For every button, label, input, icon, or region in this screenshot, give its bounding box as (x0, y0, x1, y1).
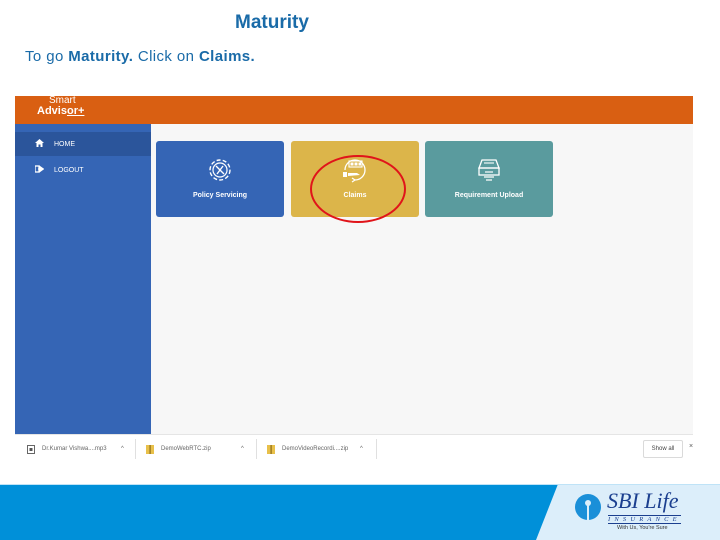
requirement-upload-card[interactable]: Requirement Upload (425, 141, 553, 217)
close-icon[interactable]: × (689, 443, 693, 450)
instruction-maturity: Maturity. (68, 48, 134, 65)
download-bar: Dr.Kumar Vishwa....mp3 ^ DemoWebRTC.zip … (15, 434, 693, 462)
logo-bottom-a: Advis (37, 105, 67, 117)
download-item[interactable]: DemoWebRTC.zip (146, 435, 211, 463)
download-filename: DemoVideoRecordi....zip (282, 446, 349, 452)
show-all-button[interactable]: Show all (643, 440, 683, 458)
download-item[interactable]: DemoVideoRecordi....zip (267, 435, 348, 463)
brand-subtitle: INSURANCE (608, 515, 681, 524)
divider (135, 439, 136, 459)
app-screenshot: Smart Advisor+ HOME LOGOUT Policy Servic… (15, 96, 693, 462)
slide-title: Maturity (235, 12, 309, 33)
sidebar-item-label: HOME (54, 140, 75, 148)
sidebar-item-label: LOGOUT (54, 166, 84, 174)
instruction-claims: Claims. (198, 48, 256, 65)
sidebar: HOME LOGOUT (15, 124, 151, 434)
app-header: Smart Advisor+ (15, 96, 693, 124)
home-icon (34, 139, 44, 149)
inbox-tray-icon (478, 159, 500, 181)
brand-name: SBI Life (607, 488, 679, 513)
logo-bottom-b: or+ (66, 105, 85, 117)
card-label: Policy Servicing (192, 192, 248, 199)
divider (376, 439, 377, 459)
card-label: Requirement Upload (454, 192, 524, 199)
instruction-prefix: To go (25, 48, 69, 65)
download-filename: DemoWebRTC.zip (161, 446, 211, 452)
chevron-up-icon[interactable]: ^ (360, 435, 363, 463)
chevron-up-icon[interactable]: ^ (121, 435, 124, 463)
sidebar-item-home[interactable]: HOME (15, 132, 151, 156)
divider (256, 439, 257, 459)
brand-tagline: With Us, You're Sure (617, 525, 668, 531)
download-item[interactable]: Dr.Kumar Vishwa....mp3 (27, 435, 107, 463)
smart-advisor-logo[interactable]: Smart Advisor+ (37, 96, 85, 117)
download-filename: Dr.Kumar Vishwa....mp3 (42, 446, 107, 452)
gear-wrench-icon (209, 159, 231, 181)
sbi-life-logo: SBI Life INSURANCE With Us, You're Sure (575, 488, 685, 534)
instruction-mid: Click on (133, 48, 199, 65)
sidebar-item-logout[interactable]: LOGOUT (15, 158, 151, 182)
main-content: Policy Servicing Claims Requirement Uplo… (151, 124, 693, 434)
chevron-up-icon[interactable]: ^ (241, 435, 244, 463)
zip-file-icon (146, 444, 154, 454)
claims-highlight-circle (310, 155, 406, 223)
sbi-keyhole-icon (575, 494, 601, 520)
audio-file-icon (27, 444, 35, 454)
logout-icon (33, 165, 44, 175)
zip-file-icon (267, 444, 275, 454)
instruction-text: To go Maturity. Click on Claims. (25, 48, 255, 65)
logo-bottom-text: Advisor+ (37, 105, 85, 117)
policy-servicing-card[interactable]: Policy Servicing (156, 141, 284, 217)
